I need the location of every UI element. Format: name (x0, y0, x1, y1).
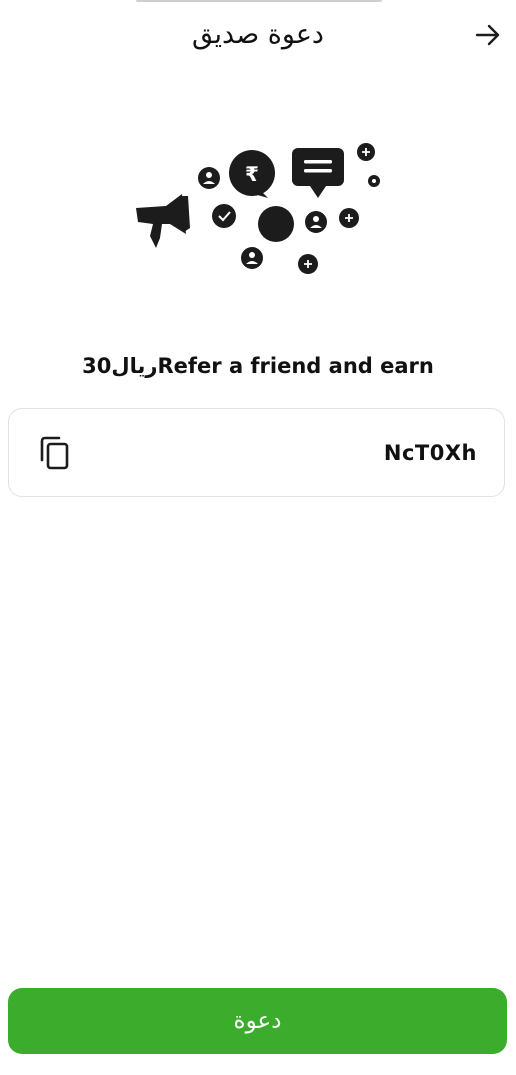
person-bubble-icon (241, 247, 263, 269)
plus-icon (357, 143, 375, 161)
referral-megaphone-illustration: ₹ (136, 143, 380, 274)
check-bubble-icon (212, 204, 236, 228)
header: دعوة صديق (0, 0, 516, 72)
invite-button[interactable]: دعوة (8, 988, 507, 1054)
dot-icon (368, 175, 380, 187)
circle-shape (258, 206, 294, 242)
megaphone-icon (136, 194, 190, 248)
referral-message: 30رياﻝRefer a friend and earn (82, 354, 434, 378)
person-bubble-icon (198, 167, 220, 189)
arrow-right-icon (475, 24, 500, 46)
copy-button[interactable] (37, 435, 73, 471)
referral-code: NcT0Xh (383, 441, 477, 465)
referral-code-card: NcT0Xh (8, 408, 505, 497)
back-button[interactable] (472, 19, 504, 51)
page-title: دعوة صديق (192, 19, 324, 50)
rupee-chat-icon: ₹ (229, 150, 275, 198)
plus-icon (298, 254, 318, 274)
currency-symbol: ₹ (245, 162, 259, 186)
person-bubble-icon (305, 211, 327, 233)
message-bubble-icon (292, 148, 344, 198)
copy-icon (40, 436, 69, 470)
plus-icon (339, 208, 359, 228)
